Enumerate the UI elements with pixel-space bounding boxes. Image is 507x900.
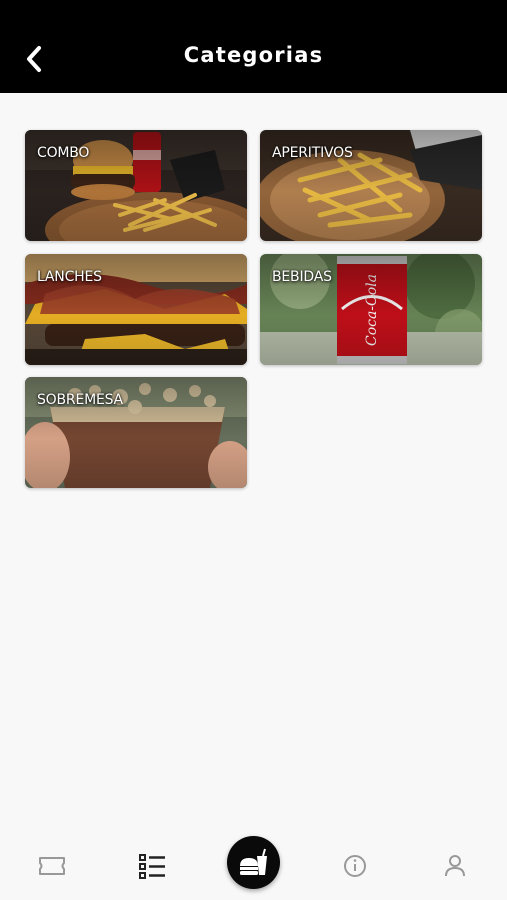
category-label: LANCHES [37, 269, 102, 285]
category-card-bebidas[interactable]: Coca-Cola BEBIDAS [260, 254, 482, 365]
category-card-aperitivos[interactable]: APERITIVOS [260, 130, 482, 241]
nav-menu-center-button[interactable] [227, 836, 280, 889]
ticket-icon [39, 857, 65, 875]
category-label: COMBO [37, 145, 90, 161]
burger-drink-icon [240, 848, 267, 875]
category-label: APERITIVOS [272, 145, 353, 161]
category-card-sobremesa[interactable]: SOBREMESA [25, 377, 247, 488]
nav-tickets[interactable] [32, 846, 72, 886]
info-icon [344, 855, 366, 877]
category-card-combo[interactable]: COMBO [25, 130, 247, 241]
bottom-nav [0, 830, 507, 900]
list-icon [139, 854, 165, 879]
page-title: Categorias [183, 43, 324, 67]
nav-categories[interactable] [132, 846, 172, 886]
app-header: Categorias [0, 0, 507, 93]
nav-info[interactable] [335, 846, 375, 886]
category-label: SOBREMESA [37, 392, 123, 408]
category-card-lanches[interactable]: LANCHES [25, 254, 247, 365]
nav-profile[interactable] [435, 846, 475, 886]
category-label: BEBIDAS [272, 269, 332, 285]
user-icon [445, 855, 465, 877]
